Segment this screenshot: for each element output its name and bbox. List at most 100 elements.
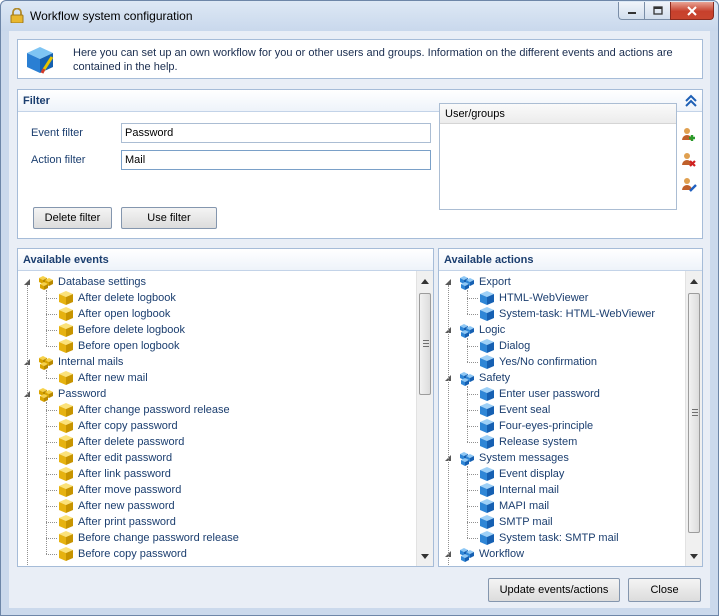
- tree-group-label: Workflow: [479, 548, 525, 560]
- use-filter-button[interactable]: Use filter: [121, 207, 217, 229]
- tree-item-label: After open logbook: [78, 308, 171, 320]
- event-item-icon: [58, 290, 74, 306]
- close-button[interactable]: Close: [628, 578, 701, 602]
- events-panel: Available events Database settings After …: [17, 248, 434, 567]
- action-group-icon: [459, 322, 475, 338]
- tree-item-label: Before open logbook: [78, 340, 180, 352]
- tree-item-label: Before change password release: [78, 532, 239, 544]
- actions-scrollbar[interactable]: [685, 271, 702, 566]
- scroll-up-arrow[interactable]: [417, 273, 433, 289]
- tree-group-label: Password: [58, 388, 107, 400]
- tree-item-label: Before copy password: [78, 548, 187, 560]
- event-filter-input[interactable]: [121, 123, 431, 143]
- lock-icon: [10, 8, 24, 23]
- tree-group-label: System messages: [479, 452, 569, 464]
- tree-group-label: Logic: [479, 324, 506, 336]
- tree-group-label: Export: [479, 276, 511, 288]
- dialog-client: Here you can set up an own workflow for …: [9, 31, 710, 608]
- update-events-actions-button[interactable]: Update events/actions: [488, 578, 620, 602]
- tree-item-label: After delete logbook: [78, 292, 176, 304]
- tree-item-label: Four-eyes-principle: [499, 420, 594, 432]
- event-item-icon: [58, 306, 74, 322]
- remove-user-icon[interactable]: [681, 151, 697, 167]
- title-bar[interactable]: Workflow system configuration: [1, 1, 718, 31]
- tree-item-label: MAPI mail: [499, 500, 550, 512]
- tree-item-label: Event seal: [499, 404, 551, 416]
- tree-item-label: System task: SMTP mail: [499, 532, 619, 544]
- tree-item-label: HTML-WebViewer: [499, 292, 589, 304]
- arrow-up-icon: [421, 278, 429, 284]
- action-group-icon: [459, 450, 475, 466]
- event-item-icon: [58, 338, 74, 354]
- tree-item-label: After edit password: [78, 452, 173, 464]
- event-item-icon: [58, 546, 74, 562]
- action-filter-input[interactable]: [121, 150, 431, 170]
- action-item-icon: [479, 434, 495, 450]
- event-filter-label: Event filter: [31, 127, 83, 139]
- event-group-icon: [38, 274, 54, 290]
- action-filter-label: Action filter: [31, 154, 86, 166]
- action-item-icon: [479, 306, 495, 322]
- scroll-down-arrow[interactable]: [417, 548, 433, 564]
- user-groups-list[interactable]: User/groups: [439, 103, 677, 210]
- tree-item-label: Event display: [499, 468, 565, 480]
- close-icon: [687, 5, 697, 16]
- window-title: Workflow system configuration: [30, 9, 193, 23]
- tree-item-label: After link password: [78, 468, 171, 480]
- minimize-icon: [627, 11, 636, 14]
- action-item-icon: [479, 466, 495, 482]
- tree-item-label: After copy password: [78, 420, 178, 432]
- event-item-icon: [58, 514, 74, 530]
- user-groups-header: User/groups: [440, 104, 676, 124]
- tree-item-label: After move password: [78, 484, 182, 496]
- minimize-button[interactable]: [618, 2, 644, 20]
- events-tree[interactable]: Database settings After delete logbook Aft…: [18, 271, 413, 566]
- tree-group-label: Safety: [479, 372, 511, 384]
- tree-item-label: After new password: [78, 500, 175, 512]
- maximize-icon: [652, 6, 663, 15]
- delete-filter-button[interactable]: Delete filter: [33, 207, 112, 229]
- event-item-icon: [58, 530, 74, 546]
- actions-heading: Available actions: [439, 249, 702, 271]
- arrow-up-icon: [690, 278, 698, 284]
- action-item-icon: [479, 530, 495, 546]
- tree-item-label: After print password: [78, 516, 176, 528]
- event-group-icon: [38, 354, 54, 370]
- tree-item-label: Yes/No confirmation: [499, 356, 598, 368]
- event-item-icon: [58, 434, 74, 450]
- tree-item-label: SMTP mail: [499, 516, 553, 528]
- scroll-thumb[interactable]: [688, 293, 700, 533]
- dialog-window: Workflow system configuration Here you c…: [0, 0, 719, 616]
- action-item-icon: [479, 354, 495, 370]
- scroll-down-arrow[interactable]: [686, 548, 702, 564]
- event-item-icon: [58, 498, 74, 514]
- info-banner: Here you can set up an own workflow for …: [17, 39, 703, 79]
- info-text: Here you can set up an own workflow for …: [73, 47, 673, 73]
- tree-item-label: Before delete logbook: [78, 324, 186, 336]
- tree-item-label: After change password release: [78, 404, 230, 416]
- event-item-icon: [58, 402, 74, 418]
- tree-item-label: Internal mail: [499, 484, 559, 496]
- arrow-down-icon: [690, 553, 698, 559]
- tree-group-label: Database settings: [58, 276, 147, 288]
- close-window-button[interactable]: [670, 2, 714, 20]
- event-item-icon: [58, 370, 74, 386]
- event-item-icon: [58, 482, 74, 498]
- scroll-up-arrow[interactable]: [686, 273, 702, 289]
- tree-item-label: Enter user password: [499, 388, 600, 400]
- add-user-icon[interactable]: [681, 126, 697, 142]
- tree-item-label: After new mail: [78, 372, 148, 384]
- collapse-chevron-icon[interactable]: [684, 94, 698, 108]
- event-group-icon: [38, 386, 54, 402]
- events-scrollbar[interactable]: [416, 271, 433, 566]
- events-heading: Available events: [18, 249, 433, 271]
- action-group-icon: [459, 274, 475, 290]
- action-item-icon: [479, 514, 495, 530]
- scroll-thumb[interactable]: [419, 293, 431, 395]
- workflow-cube-icon: [27, 47, 54, 74]
- actions-tree[interactable]: Export HTML-WebViewer System-task: HTML-We…: [439, 271, 682, 566]
- footer-bar: Update events/actions Close: [9, 571, 710, 608]
- tree-item-label: After delete password: [78, 436, 185, 448]
- edit-user-icon[interactable]: [681, 176, 697, 192]
- maximize-button[interactable]: [644, 2, 670, 20]
